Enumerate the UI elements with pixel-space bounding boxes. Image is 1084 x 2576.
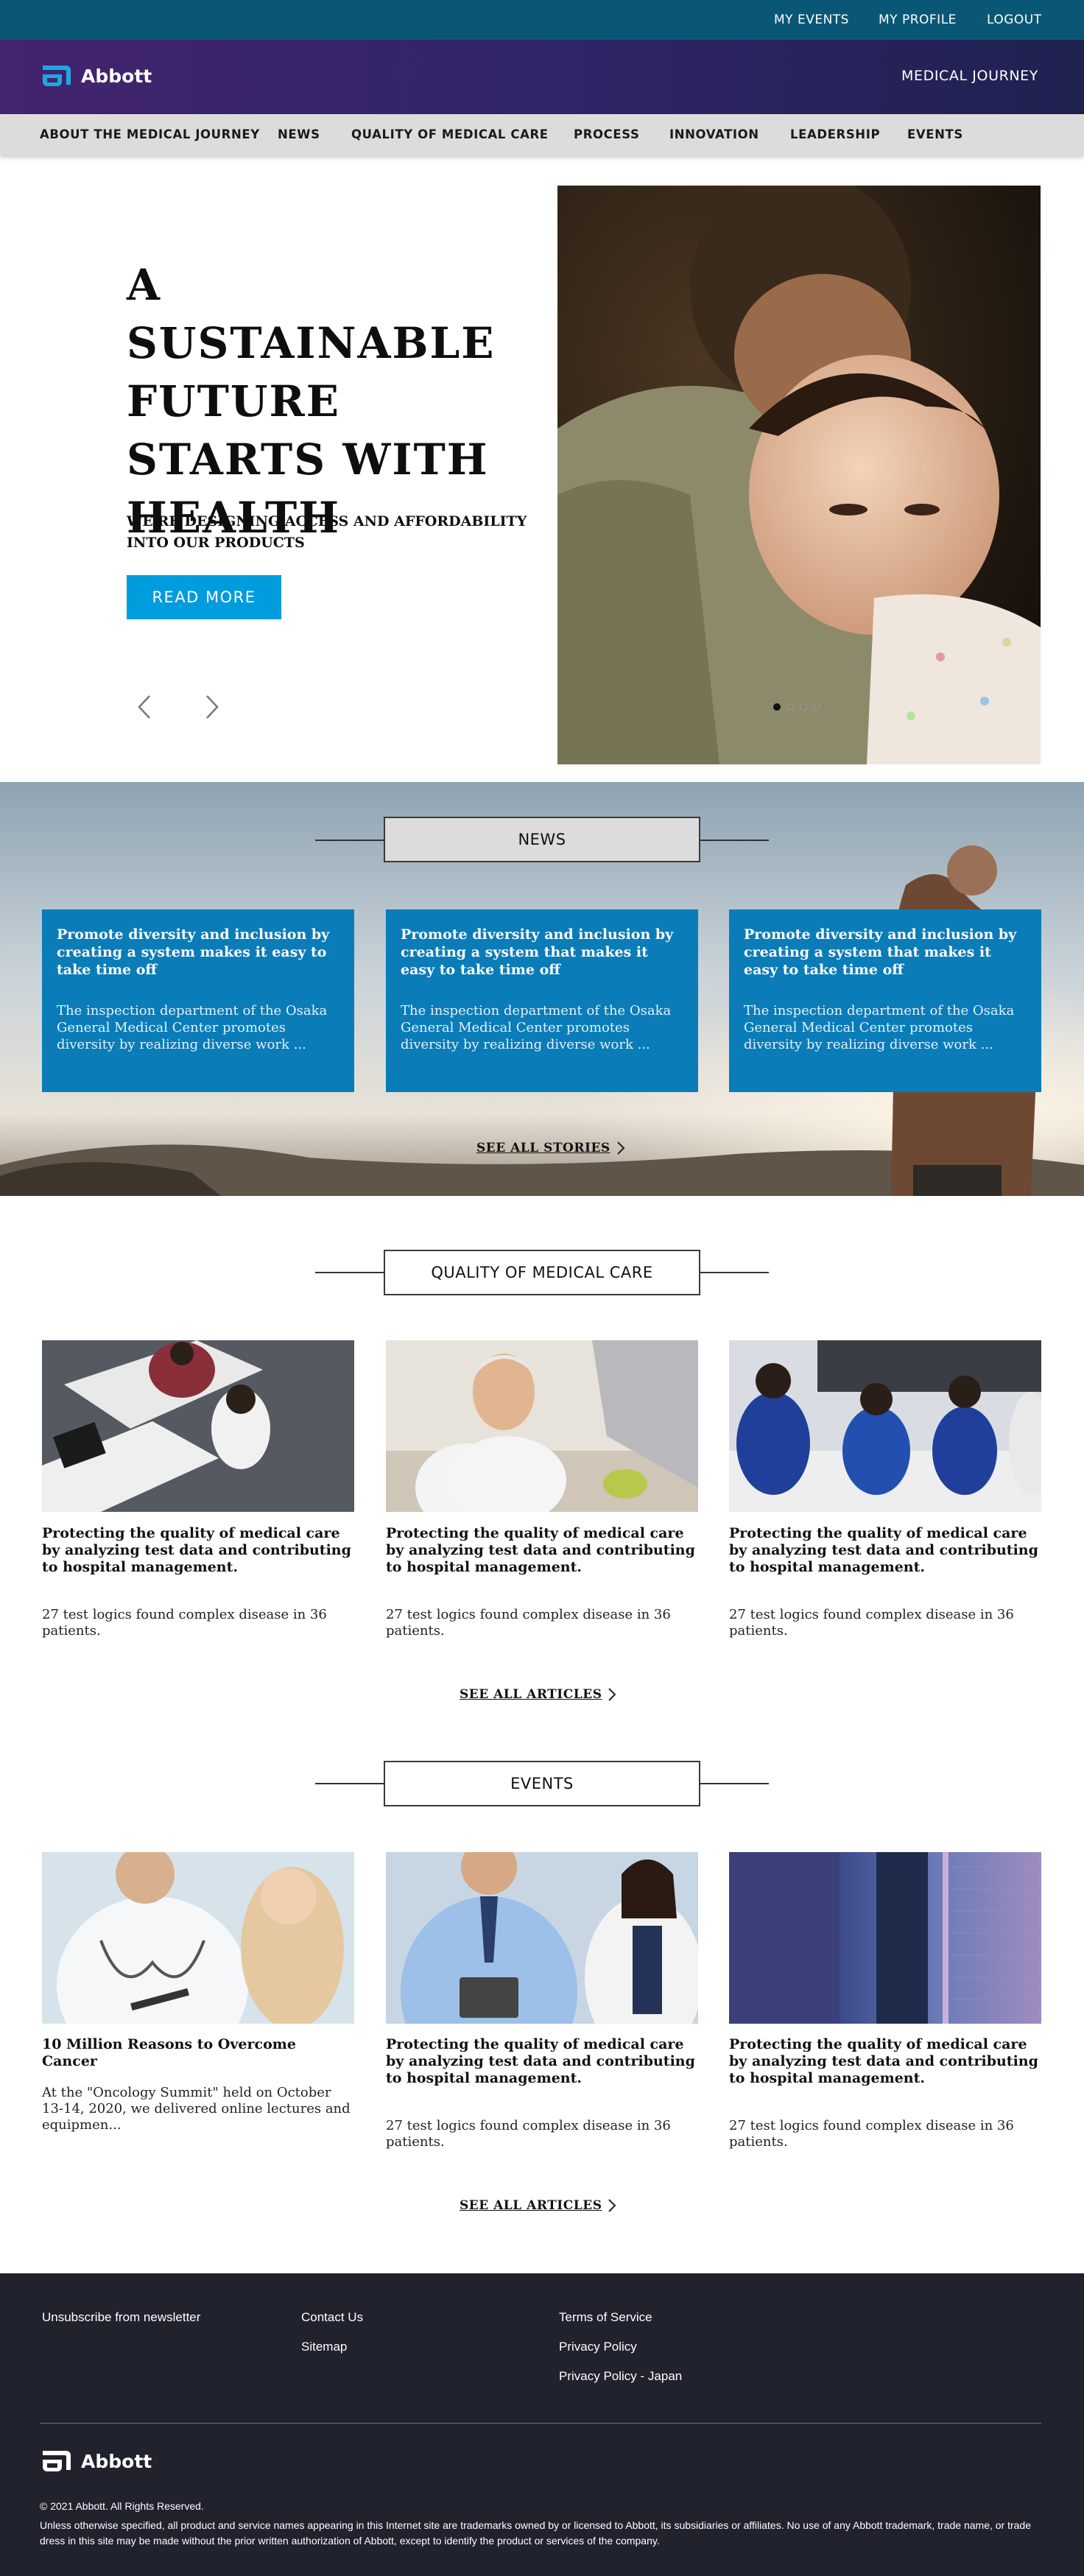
privacy-policy-link[interactable]: Privacy Policy <box>559 2340 637 2354</box>
read-more-button[interactable]: READ MORE <box>127 575 281 619</box>
section-rule <box>315 1272 386 1273</box>
unsubscribe-link[interactable]: Unsubscribe from newsletter <box>42 2310 200 2325</box>
news-card-title: Promote diversity and inclusion by creat… <box>744 926 1017 978</box>
my-events-link[interactable]: MY EVENTS <box>774 13 849 27</box>
news-card-title: Promote diversity and inclusion by creat… <box>401 926 674 978</box>
section-rule <box>315 1783 386 1784</box>
nav-quality[interactable]: QUALITY OF MEDICAL CARE <box>351 127 549 141</box>
section-rule <box>698 840 769 841</box>
article-image[interactable] <box>729 1340 1041 1512</box>
chevron-right-icon <box>608 1688 616 1701</box>
footer-divider <box>40 2423 1041 2424</box>
article-summary: 27 test logics found complex disease in … <box>729 1607 1014 1639</box>
chevron-right-icon <box>608 2199 616 2212</box>
article-title[interactable]: Protecting the quality of medical care b… <box>729 1525 1041 1576</box>
see-all-event-articles-link[interactable]: SEE ALL ARTICLES <box>460 2198 616 2213</box>
article-summary: 27 test logics found complex disease in … <box>386 1607 671 1639</box>
legal-disclaimer: Unless otherwise specified, all product … <box>40 2519 1032 2547</box>
event-title[interactable]: Protecting the quality of medical care b… <box>729 2036 1041 2087</box>
footer-abbott-logo[interactable]: Abbott <box>40 2448 152 2474</box>
utility-bar: MY EVENTS MY PROFILE LOGOUT <box>0 0 1084 40</box>
carousel-dots <box>773 703 820 711</box>
hero-title: A SUSTAINABLE FUTURE STARTS WITH HEALTH <box>127 260 496 543</box>
news-card-body: The inspection department of the Osaka G… <box>401 1003 672 1052</box>
carousel-next-button[interactable] <box>197 692 227 722</box>
nav-leadership[interactable]: LEADERSHIP <box>790 127 880 141</box>
brand-header: Abbott MEDICAL JOURNEY <box>0 40 1084 114</box>
carousel-dot[interactable] <box>813 703 820 711</box>
article-image[interactable] <box>386 1340 698 1512</box>
carousel-prev-button[interactable] <box>130 692 159 722</box>
nav-about[interactable]: ABOUT THE MEDICAL JOURNEY <box>40 127 260 141</box>
event-summary: 27 test logics found complex disease in … <box>386 2118 671 2150</box>
news-card[interactable]: Promote diversity and inclusion by creat… <box>729 909 1041 1092</box>
logout-link[interactable]: LOGOUT <box>987 13 1042 27</box>
main-navigation: ABOUT THE MEDICAL JOURNEY NEWS QUALITY O… <box>0 114 1084 155</box>
carousel-dot[interactable] <box>786 703 794 711</box>
abbott-logo-icon <box>43 2451 71 2471</box>
logo-text: Abbott <box>81 65 152 87</box>
news-card-body: The inspection department of the Osaka G… <box>744 1003 1015 1052</box>
see-all-articles-link[interactable]: SEE ALL ARTICLES <box>460 1687 616 1702</box>
event-summary: At the "Oncology Summit" held on October… <box>42 2085 351 2133</box>
quality-heading: QUALITY OF MEDICAL CARE <box>384 1250 700 1295</box>
copyright-text: © 2021 Abbott. All Rights Reserved. <box>40 2500 204 2512</box>
article-summary: 27 test logics found complex disease in … <box>42 1607 327 1639</box>
see-all-articles-label: SEE ALL ARTICLES <box>460 1687 602 1702</box>
contact-us-link[interactable]: Contact Us <box>301 2310 363 2325</box>
chevron-left-icon <box>138 695 150 719</box>
event-image[interactable] <box>386 1852 698 2024</box>
chevron-right-icon <box>616 1141 625 1155</box>
event-title[interactable]: Protecting the quality of medical care b… <box>386 2036 698 2087</box>
carousel-dot[interactable] <box>773 703 781 711</box>
event-summary: 27 test logics found complex disease in … <box>729 2118 1014 2150</box>
event-title[interactable]: 10 Million Reasons to Overcome Cancer <box>42 2036 354 2070</box>
section-rule <box>698 1272 769 1273</box>
abbott-logo[interactable]: Abbott <box>40 63 152 89</box>
section-rule <box>698 1783 769 1784</box>
article-title[interactable]: Protecting the quality of medical care b… <box>42 1525 354 1576</box>
carousel-dot[interactable] <box>800 703 807 711</box>
nav-news[interactable]: NEWS <box>278 127 320 141</box>
article-title[interactable]: Protecting the quality of medical care b… <box>386 1525 698 1576</box>
nav-innovation[interactable]: INNOVATION <box>669 127 759 141</box>
article-image[interactable] <box>42 1340 354 1512</box>
news-card-title: Promote diversity and inclusion by creat… <box>57 926 330 978</box>
nav-events[interactable]: EVENTS <box>907 127 963 141</box>
see-all-stories-label: SEE ALL STORIES <box>476 1141 610 1155</box>
news-card[interactable]: Promote diversity and inclusion by creat… <box>42 909 354 1092</box>
event-image[interactable] <box>42 1852 354 2024</box>
terms-link[interactable]: Terms of Service <box>559 2310 652 2325</box>
sitemap-link[interactable]: Sitemap <box>301 2340 347 2354</box>
privacy-policy-japan-link[interactable]: Privacy Policy - Japan <box>559 2369 682 2384</box>
news-heading: NEWS <box>384 817 700 862</box>
events-heading: EVENTS <box>384 1761 700 1806</box>
chevron-right-icon <box>206 695 219 719</box>
footer-logo-text: Abbott <box>81 2450 152 2472</box>
event-image[interactable] <box>729 1852 1041 2024</box>
news-card-body: The inspection department of the Osaka G… <box>57 1003 328 1052</box>
my-profile-link[interactable]: MY PROFILE <box>879 13 957 27</box>
see-all-stories-link[interactable]: SEE ALL STORIES <box>476 1141 625 1155</box>
abbott-logo-icon <box>43 66 71 86</box>
section-rule <box>315 840 386 841</box>
news-card[interactable]: Promote diversity and inclusion by creat… <box>386 909 698 1092</box>
hero-subtitle: WE'RE DESIGNING ACCESS AND AFFORDABILITY… <box>127 513 527 551</box>
hero-image <box>557 186 1041 764</box>
see-all-articles-label: SEE ALL ARTICLES <box>460 2198 602 2213</box>
site-section-title: MEDICAL JOURNEY <box>901 68 1038 84</box>
nav-process[interactable]: PROCESS <box>574 127 639 141</box>
